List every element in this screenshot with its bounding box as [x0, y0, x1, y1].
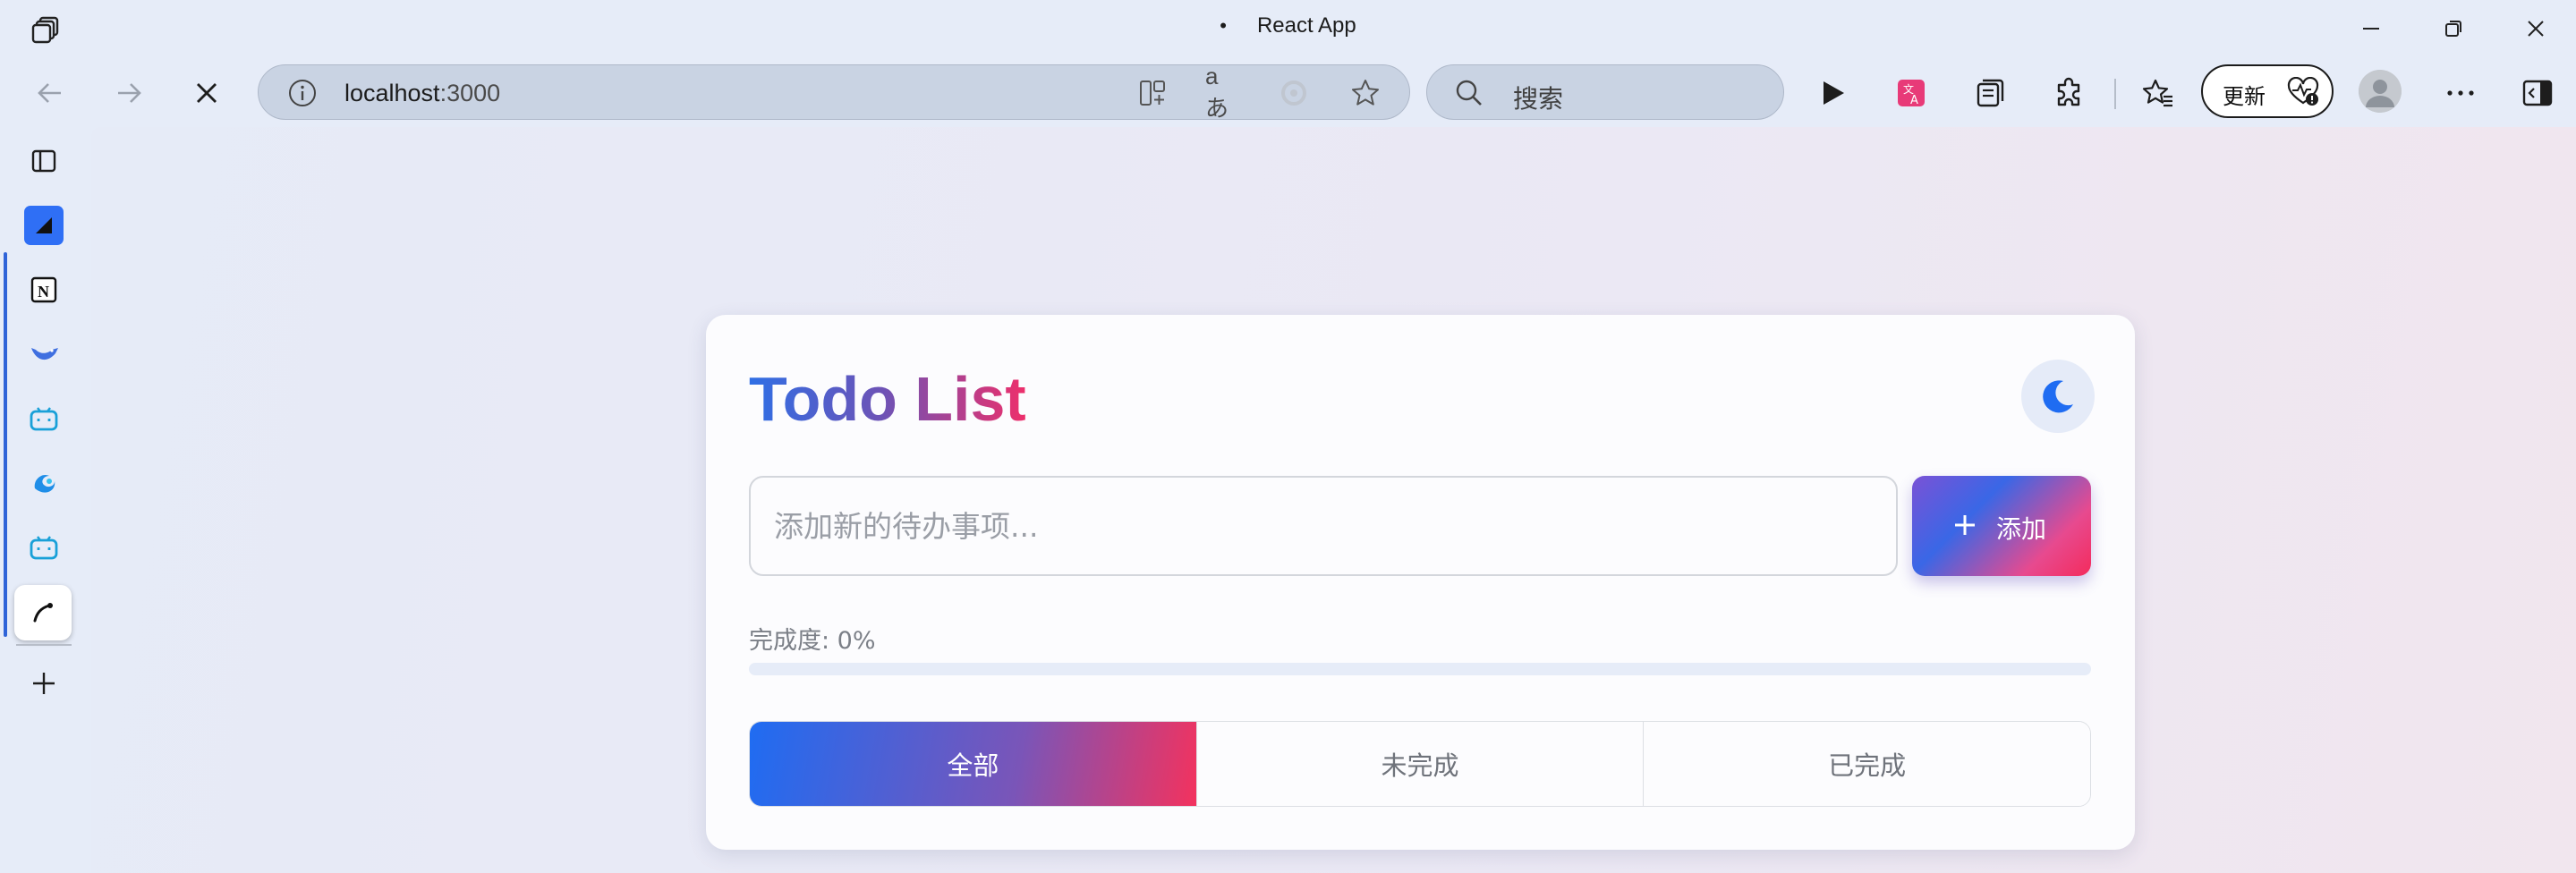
toolbar-divider	[2114, 79, 2116, 109]
play-icon[interactable]	[1811, 72, 1854, 114]
close-window-icon[interactable]	[2516, 11, 2555, 47]
address-bar[interactable]: localhost:3000 aあ	[258, 63, 1410, 122]
plus-icon	[1953, 513, 1977, 537]
update-button[interactable]: 更新	[2201, 64, 2334, 118]
split-screen-icon[interactable]	[1135, 76, 1169, 110]
svg-text:A: A	[1910, 94, 1918, 107]
svg-text:N: N	[38, 283, 49, 301]
restore-icon[interactable]	[2434, 11, 2473, 47]
title-bar: • React App	[0, 0, 2576, 59]
filter-all-tab[interactable]: 全部	[750, 722, 1196, 806]
plus-icon[interactable]	[18, 657, 70, 709]
url-host: localhost	[344, 80, 440, 106]
bilibili-icon[interactable]	[18, 393, 70, 445]
minimize-icon[interactable]	[2351, 11, 2391, 47]
close-icon[interactable]	[185, 72, 228, 114]
progress-label: 完成度: 0%	[749, 627, 876, 655]
translator-icon[interactable]: 文 A	[1890, 72, 1933, 114]
star-icon[interactable]	[1348, 76, 1382, 110]
new-todo-input[interactable]	[749, 476, 1898, 576]
theme-toggle-button[interactable]	[2021, 360, 2095, 433]
filter-active-tab[interactable]: 未完成	[1195, 722, 1644, 806]
filter-completed-tab[interactable]: 已完成	[1643, 722, 2090, 806]
window-title: • React App	[0, 13, 2576, 38]
todo-card: Todo List 添加 完成度: 0% 全部 未完成	[706, 315, 2135, 850]
collections-icon[interactable]	[1968, 72, 2011, 114]
edge-copilot-icon[interactable]	[18, 457, 70, 509]
app-blue-square-icon[interactable]	[18, 199, 70, 251]
loading-dot: •	[1220, 14, 1227, 37]
more-icon[interactable]	[2439, 72, 2482, 114]
filter-tabs: 全部 未完成 已完成	[749, 721, 2091, 807]
url-text[interactable]: localhost:3000	[344, 80, 500, 107]
browser-sidebar: N	[0, 127, 91, 873]
progress-bar	[749, 663, 2091, 675]
sidebar-toggle-icon[interactable]	[2516, 72, 2559, 114]
info-icon[interactable]	[287, 78, 318, 108]
bilibili-icon[interactable]	[18, 521, 70, 573]
add-button-label: 添加	[1996, 514, 2047, 544]
url-port: :3000	[439, 80, 501, 106]
search-box[interactable]: 搜索	[1426, 64, 1784, 120]
search-icon	[1454, 78, 1484, 108]
tab-title: React App	[1256, 13, 1356, 38]
heart-pulse-icon	[2287, 77, 2319, 107]
search-placeholder: 搜索	[1513, 84, 1564, 114]
bird-app-icon[interactable]	[18, 328, 70, 380]
arrow-left-icon[interactable]	[29, 72, 72, 114]
pen-app-icon[interactable]	[14, 585, 72, 640]
sidebar-divider	[16, 644, 72, 646]
browser-toolbar: localhost:3000 aあ 搜索 文 A 更新	[0, 59, 2576, 127]
tab-actions-icon[interactable]	[18, 135, 70, 187]
moon-icon	[2039, 377, 2077, 415]
app-title: Todo List	[749, 364, 1026, 434]
avatar-icon[interactable]	[2359, 70, 2402, 113]
sidebar-accent-bar	[4, 252, 7, 637]
add-todo-button[interactable]: 添加	[1912, 476, 2091, 576]
favorites-icon[interactable]	[2137, 72, 2180, 114]
puzzle-icon[interactable]	[2047, 72, 2090, 114]
notion-icon[interactable]: N	[18, 264, 70, 316]
read-aloud-icon[interactable]	[1277, 76, 1311, 110]
page-viewport: Todo List 添加 完成度: 0% 全部 未完成	[91, 127, 2576, 873]
update-label: 更新	[2223, 84, 2266, 109]
arrow-right-icon[interactable]	[107, 72, 150, 114]
translate-page-icon[interactable]: aあ	[1205, 63, 1239, 122]
